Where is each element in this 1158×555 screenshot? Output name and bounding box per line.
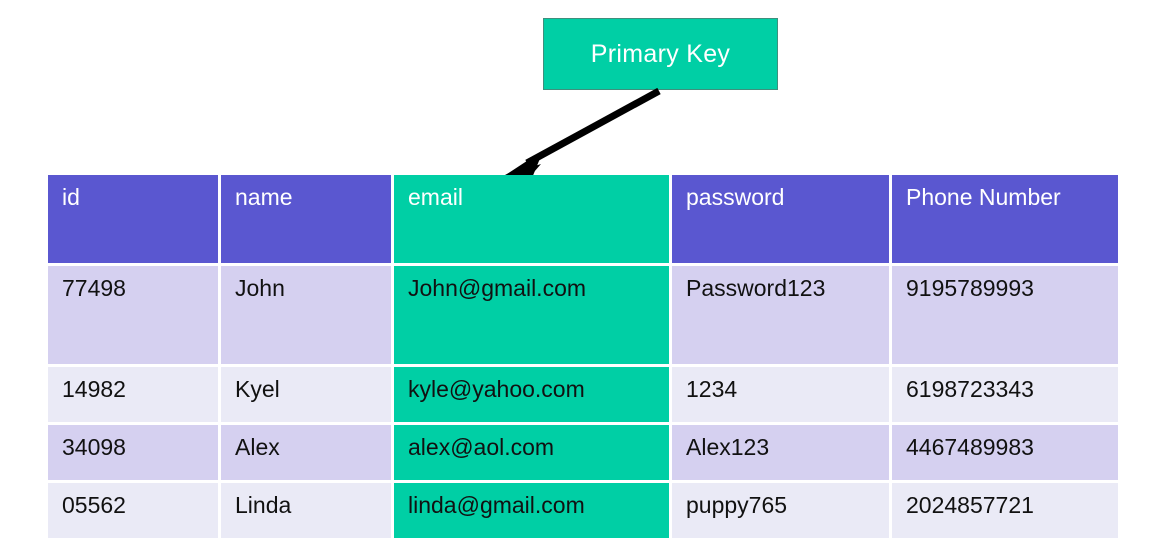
cell-id: 34098 bbox=[48, 425, 218, 480]
cell-password: Password123 bbox=[672, 266, 889, 364]
diagram-canvas: Primary Key id name email password Phone… bbox=[0, 0, 1158, 555]
table-row: 05562 Linda linda@gmail.com puppy765 202… bbox=[48, 483, 1118, 538]
table-header: id name email password Phone Number bbox=[48, 175, 1118, 263]
column-header-phone-number[interactable]: Phone Number bbox=[892, 175, 1118, 263]
column-header-id[interactable]: id bbox=[48, 175, 218, 263]
cell-phone: 4467489983 bbox=[892, 425, 1118, 480]
cell-email: linda@gmail.com bbox=[394, 483, 669, 538]
column-header-name[interactable]: name bbox=[221, 175, 391, 263]
table-header-row: id name email password Phone Number bbox=[48, 175, 1118, 263]
cell-password: 1234 bbox=[672, 367, 889, 422]
cell-phone: 2024857721 bbox=[892, 483, 1118, 538]
cell-email: John@gmail.com bbox=[394, 266, 669, 364]
cell-name: Linda bbox=[221, 483, 391, 538]
column-header-email[interactable]: email bbox=[394, 175, 669, 263]
cell-password: Alex123 bbox=[672, 425, 889, 480]
cell-id: 05562 bbox=[48, 483, 218, 538]
cell-name: Kyel bbox=[221, 367, 391, 422]
primary-key-callout-label: Primary Key bbox=[590, 39, 731, 68]
cell-name: John bbox=[221, 266, 391, 364]
cell-email: alex@aol.com bbox=[394, 425, 669, 480]
cell-phone: 9195789993 bbox=[892, 266, 1118, 364]
arrow-primary-key-to-email bbox=[504, 87, 661, 178]
cell-id: 77498 bbox=[48, 266, 218, 364]
primary-key-callout-box: Primary Key bbox=[543, 18, 778, 90]
column-header-password[interactable]: password bbox=[672, 175, 889, 263]
cell-password: puppy765 bbox=[672, 483, 889, 538]
table-body: 77498 John John@gmail.com Password123 91… bbox=[48, 266, 1118, 538]
cell-id: 14982 bbox=[48, 367, 218, 422]
cell-email: kyle@yahoo.com bbox=[394, 367, 669, 422]
database-table: id name email password Phone Number 7749… bbox=[45, 172, 1121, 541]
table-row: 34098 Alex alex@aol.com Alex123 44674899… bbox=[48, 425, 1118, 480]
table-row: 14982 Kyel kyle@yahoo.com 1234 619872334… bbox=[48, 367, 1118, 422]
cell-name: Alex bbox=[221, 425, 391, 480]
cell-phone: 6198723343 bbox=[892, 367, 1118, 422]
table-row: 77498 John John@gmail.com Password123 91… bbox=[48, 266, 1118, 364]
